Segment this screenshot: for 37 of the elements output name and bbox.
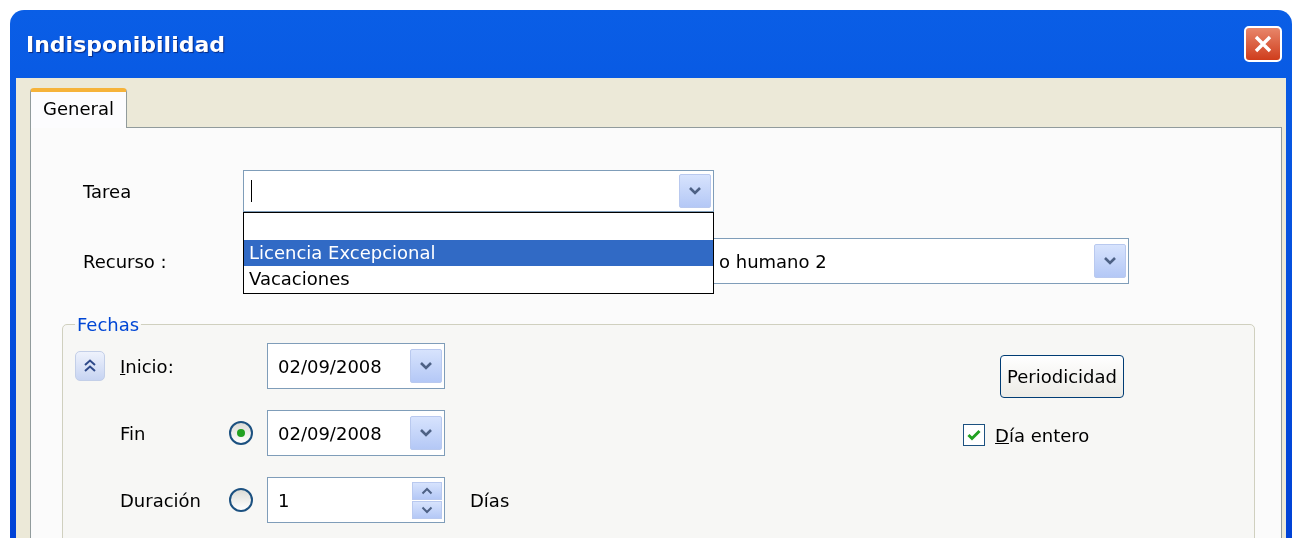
checkbox[interactable] bbox=[963, 424, 986, 446]
radio-button[interactable] bbox=[229, 488, 253, 512]
spin-field[interactable]: 1 bbox=[267, 477, 445, 523]
dropdown-button[interactable] bbox=[410, 349, 442, 383]
field-value: o humano 2 bbox=[719, 250, 827, 272]
chevron-up-icon bbox=[421, 486, 433, 495]
window-title: Indisponibilidad bbox=[26, 31, 225, 57]
radio-button[interactable] bbox=[229, 421, 253, 445]
chevron-down-icon bbox=[688, 186, 702, 196]
group-title: Fechas bbox=[76, 314, 141, 335]
spin-down-button[interactable] bbox=[412, 500, 442, 519]
checkbox-label: Día entero bbox=[995, 424, 1090, 446]
double-chevron-up-icon bbox=[83, 359, 97, 373]
tab[interactable]: General bbox=[30, 88, 127, 128]
chevron-down-icon bbox=[419, 361, 433, 371]
text-cursor bbox=[251, 180, 252, 202]
close-button[interactable] bbox=[1244, 26, 1282, 62]
field-label: Fin bbox=[120, 422, 147, 444]
periodicity-button[interactable]: Periodicidad bbox=[1000, 355, 1124, 398]
spin-up-button[interactable] bbox=[412, 481, 442, 500]
dropdown-button[interactable] bbox=[679, 174, 711, 208]
dropdown-button[interactable] bbox=[1094, 244, 1126, 278]
chevron-down-icon bbox=[1103, 256, 1117, 266]
list-option[interactable]: Licencia Excepcional bbox=[244, 240, 713, 266]
chevron-down-icon bbox=[421, 505, 433, 514]
field-label: Tarea bbox=[83, 180, 133, 202]
dropdown-button[interactable] bbox=[410, 416, 442, 450]
unit-label: Días bbox=[469, 489, 510, 511]
field-label: Inicio: bbox=[120, 355, 175, 377]
date-field[interactable]: 02/09/2008 bbox=[267, 343, 445, 389]
field-label: Recurso : bbox=[83, 250, 168, 272]
chevron-down-icon bbox=[419, 428, 433, 438]
close-icon bbox=[1253, 34, 1273, 54]
collapse-button[interactable] bbox=[75, 351, 105, 381]
field-label: Duración bbox=[120, 489, 203, 511]
checkmark-icon bbox=[967, 429, 982, 441]
date-field[interactable]: 02/09/2008 bbox=[267, 410, 445, 456]
